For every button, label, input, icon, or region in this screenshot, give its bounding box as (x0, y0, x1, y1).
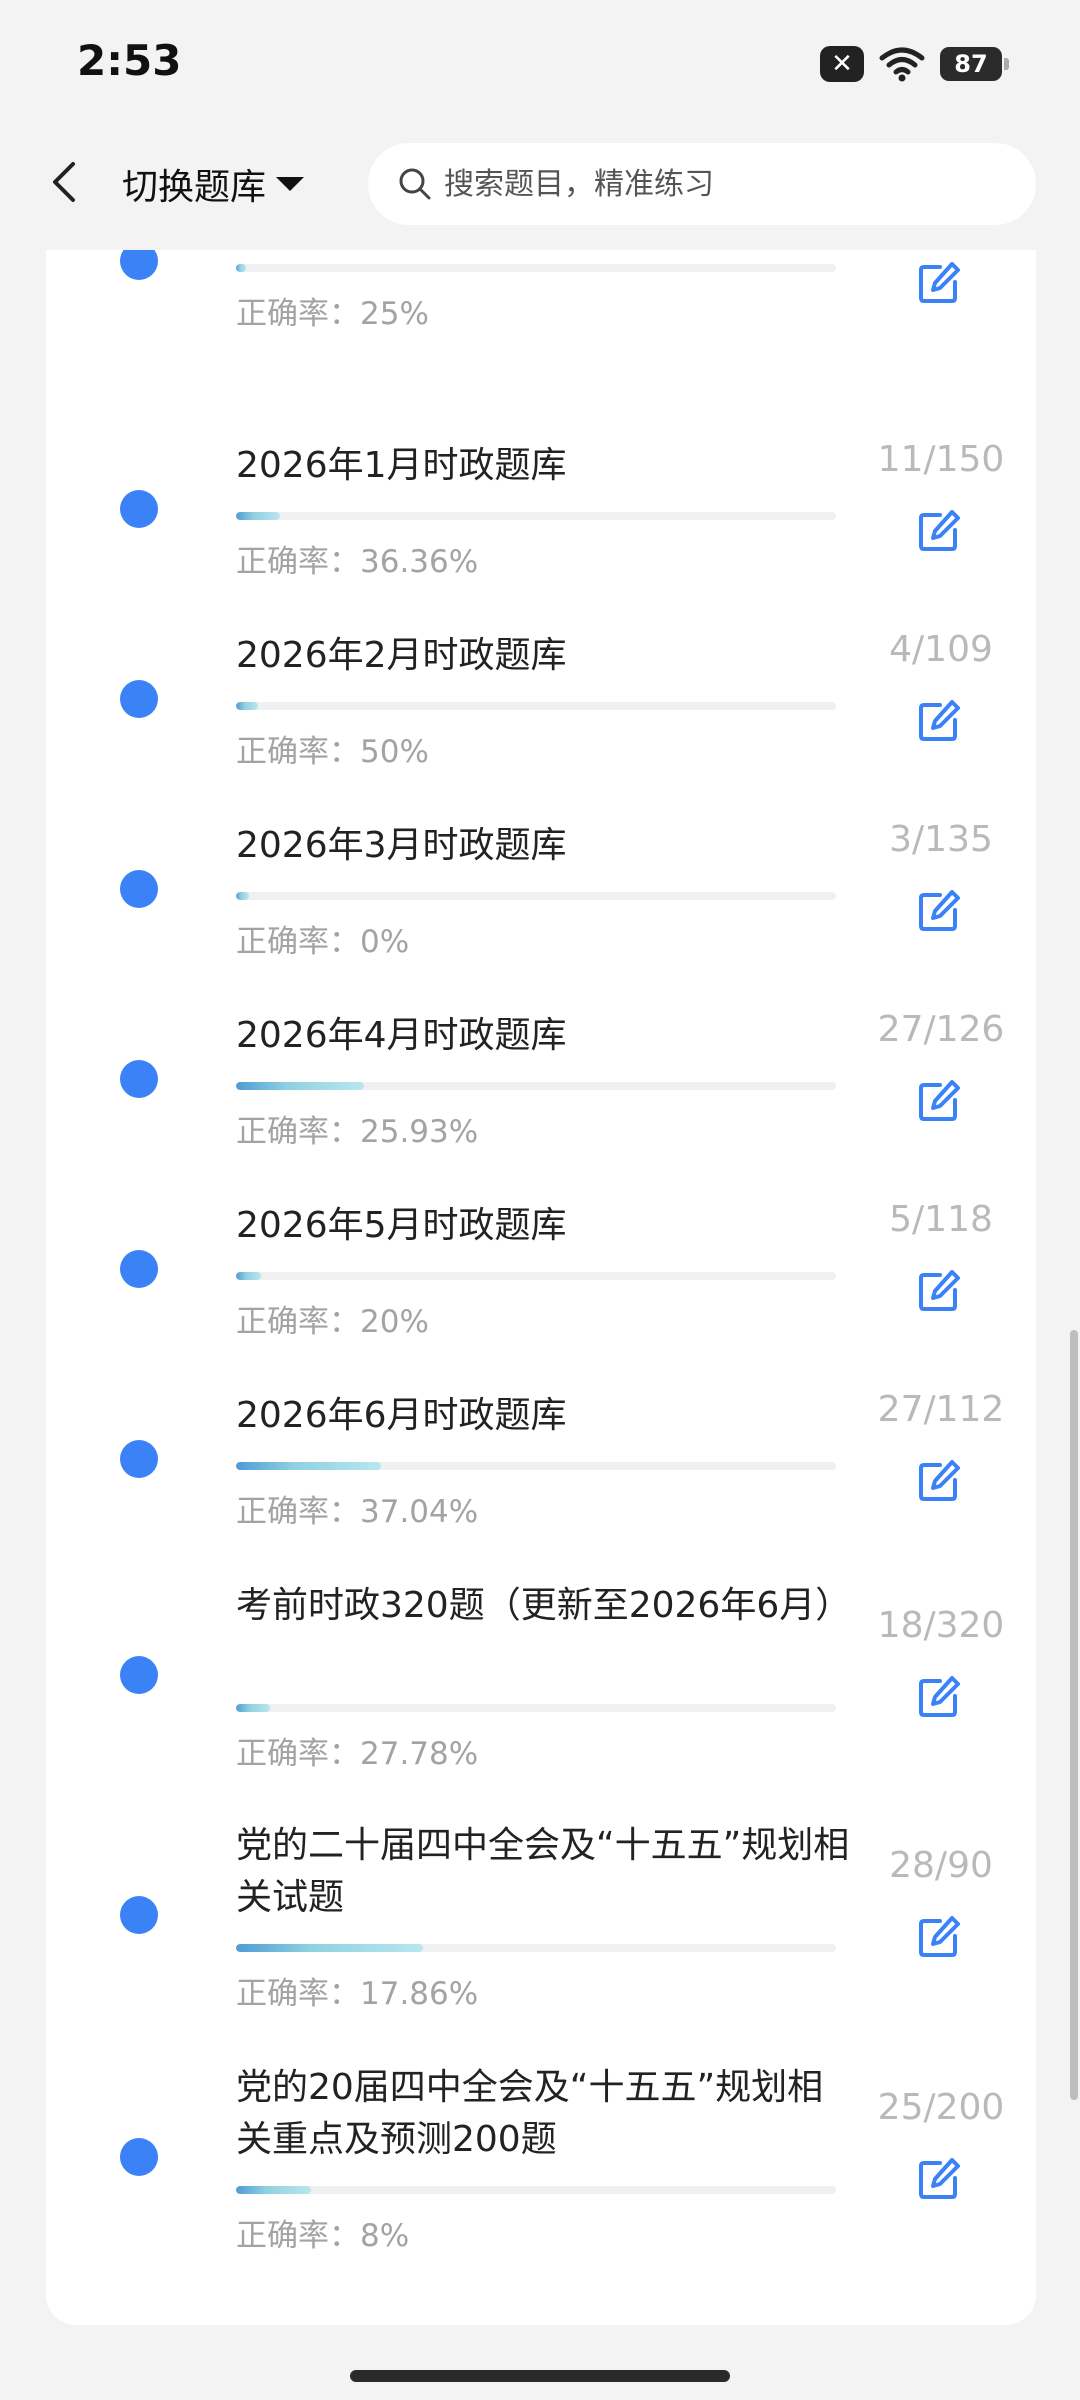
status-dot (120, 680, 158, 718)
scrollbar[interactable] (1070, 1330, 1078, 2100)
progress-fill (236, 1944, 423, 1952)
status-icons: ✕ 87 (820, 40, 1009, 88)
list-item[interactable]: 党的二十届四中全会及“十五五”规划相关试题正确率：17.86% 28/90 (46, 1820, 1036, 2018)
progress-bar (236, 512, 836, 520)
progress-fill (236, 264, 246, 272)
accuracy-text: 正确率：20% (236, 1304, 429, 1340)
accuracy-text: 正确率：27.78% (236, 1736, 479, 1772)
progress-fill (236, 1704, 270, 1712)
progress-bar (236, 702, 836, 710)
battery-level: 87 (954, 50, 988, 78)
status-dot (120, 2138, 158, 2176)
accuracy-text: 正确率：37.04% (236, 1494, 479, 1530)
edit-icon[interactable] (914, 696, 964, 746)
progress-bar (236, 1082, 836, 1090)
list-item[interactable]: 2026年4月时政题库正确率：25.93% 27/126 (46, 1009, 1036, 1156)
search-icon (399, 168, 431, 200)
list-item[interactable]: 2026年3月时政题库正确率：0% 3/135 (46, 819, 1036, 966)
battery-icon: 87 (940, 47, 1009, 81)
accuracy-text: 正确率：25.93% (236, 1114, 479, 1150)
edit-icon[interactable] (914, 1076, 964, 1126)
bank-title: 2026年5月时政题库 (236, 1205, 567, 1246)
progress-count: 18/320 (877, 1605, 1005, 1646)
progress-bar (236, 1462, 836, 1470)
status-dot (120, 1656, 158, 1694)
list-item[interactable]: 2026年1月时政题库正确率：36.36% 11/150 (46, 439, 1036, 586)
accuracy-text: 正确率：17.86% (236, 1976, 479, 2012)
status-dot (120, 870, 158, 908)
progress-bar (236, 1944, 836, 1952)
accuracy-text: 正确率：8% (236, 2218, 410, 2254)
status-dot (120, 1060, 158, 1098)
bank-title: 党的20届四中全会及“十五五”规划相关重点及预测200题 (236, 2067, 824, 2160)
list-item[interactable]: 党的20届四中全会及“十五五”规划相关重点及预测200题正确率：8% 25/200 (46, 2062, 1036, 2260)
progress-count: 27/126 (877, 1009, 1005, 1050)
edit-icon[interactable] (914, 2154, 964, 2204)
accuracy-text: 正确率：0% (236, 924, 410, 960)
progress-fill (236, 1462, 381, 1470)
progress-count: 3/135 (889, 819, 993, 860)
status-dot (120, 490, 158, 528)
status-bar: 2:53 ✕ 87 (0, 0, 1080, 125)
accuracy-text: 正确率：36.36% (236, 544, 479, 580)
bank-title: 2026年4月时政题库 (236, 1015, 567, 1056)
accuracy-text: 正确率：25% (236, 296, 429, 332)
accuracy-text: 正确率：50% (236, 734, 429, 770)
bank-title: 2026年6月时政题库 (236, 1395, 567, 1436)
edit-icon[interactable] (914, 506, 964, 556)
edit-icon[interactable] (914, 1912, 964, 1962)
progress-count: 11/150 (877, 439, 1005, 480)
edit-icon[interactable] (914, 1266, 964, 1316)
status-dot (120, 1896, 158, 1934)
bank-title: 党的二十届四中全会及“十五五”规划相关试题 (236, 1825, 850, 1918)
bank-title: 考前时政320题（更新至2026年6月） (236, 1585, 852, 1626)
back-button[interactable] (40, 153, 88, 211)
progress-fill (236, 1082, 365, 1090)
list-item[interactable]: 2026年5月时政题库正确率：20% 5/118 (46, 1199, 1036, 1346)
status-dot (120, 1440, 158, 1478)
progress-bar (236, 264, 836, 272)
progress-fill (236, 702, 259, 710)
progress-fill (236, 512, 280, 520)
wifi-icon (879, 47, 925, 82)
edit-icon[interactable] (914, 258, 964, 308)
status-time: 2:53 (77, 36, 182, 85)
list-item[interactable]: 2026年2月时政题库正确率：50% 4/109 (46, 629, 1036, 776)
bank-title: 2026年3月时政题库 (236, 825, 567, 866)
edit-icon[interactable] (914, 1456, 964, 1506)
progress-count: 4/109 (889, 629, 993, 670)
list-item[interactable]: 考前时政320题（更新至2026年6月） 正确率：27.78% 18/320 (46, 1580, 1036, 1778)
progress-bar (236, 892, 836, 900)
progress-count: 27/112 (877, 1389, 1005, 1430)
chevron-left-icon (53, 162, 75, 202)
progress-fill (236, 2186, 311, 2194)
switch-bank-label: 切换题库 (122, 167, 267, 208)
progress-bar (236, 1704, 836, 1712)
switch-bank-dropdown[interactable]: 切换题库 (122, 155, 305, 213)
progress-count: 28/90 (889, 1845, 993, 1886)
top-bar: 切换题库 (0, 125, 1080, 250)
progress-bar (236, 2186, 836, 2194)
notification-x-icon: ✕ (820, 46, 864, 82)
edit-icon[interactable] (914, 1672, 964, 1722)
list-item[interactable]: 2026年6月时政题库正确率：37.04% 27/112 (46, 1389, 1036, 1536)
question-bank-list-card: 年12月正确率：25%4/3192026年1月时政题库正确率：36.36%11/… (46, 200, 1036, 2325)
home-indicator[interactable] (350, 2370, 730, 2382)
progress-fill (236, 892, 250, 900)
status-dot (120, 1250, 158, 1288)
progress-count: 25/200 (877, 2087, 1005, 2128)
caret-down-icon (276, 177, 305, 191)
progress-fill (236, 1272, 262, 1280)
search-input[interactable] (442, 165, 1006, 203)
progress-bar (236, 1272, 836, 1280)
bank-title: 2026年2月时政题库 (236, 635, 567, 676)
bank-title: 2026年1月时政题库 (236, 445, 567, 486)
progress-count: 5/118 (889, 1199, 993, 1240)
edit-icon[interactable] (914, 886, 964, 936)
search-box[interactable] (368, 143, 1036, 225)
